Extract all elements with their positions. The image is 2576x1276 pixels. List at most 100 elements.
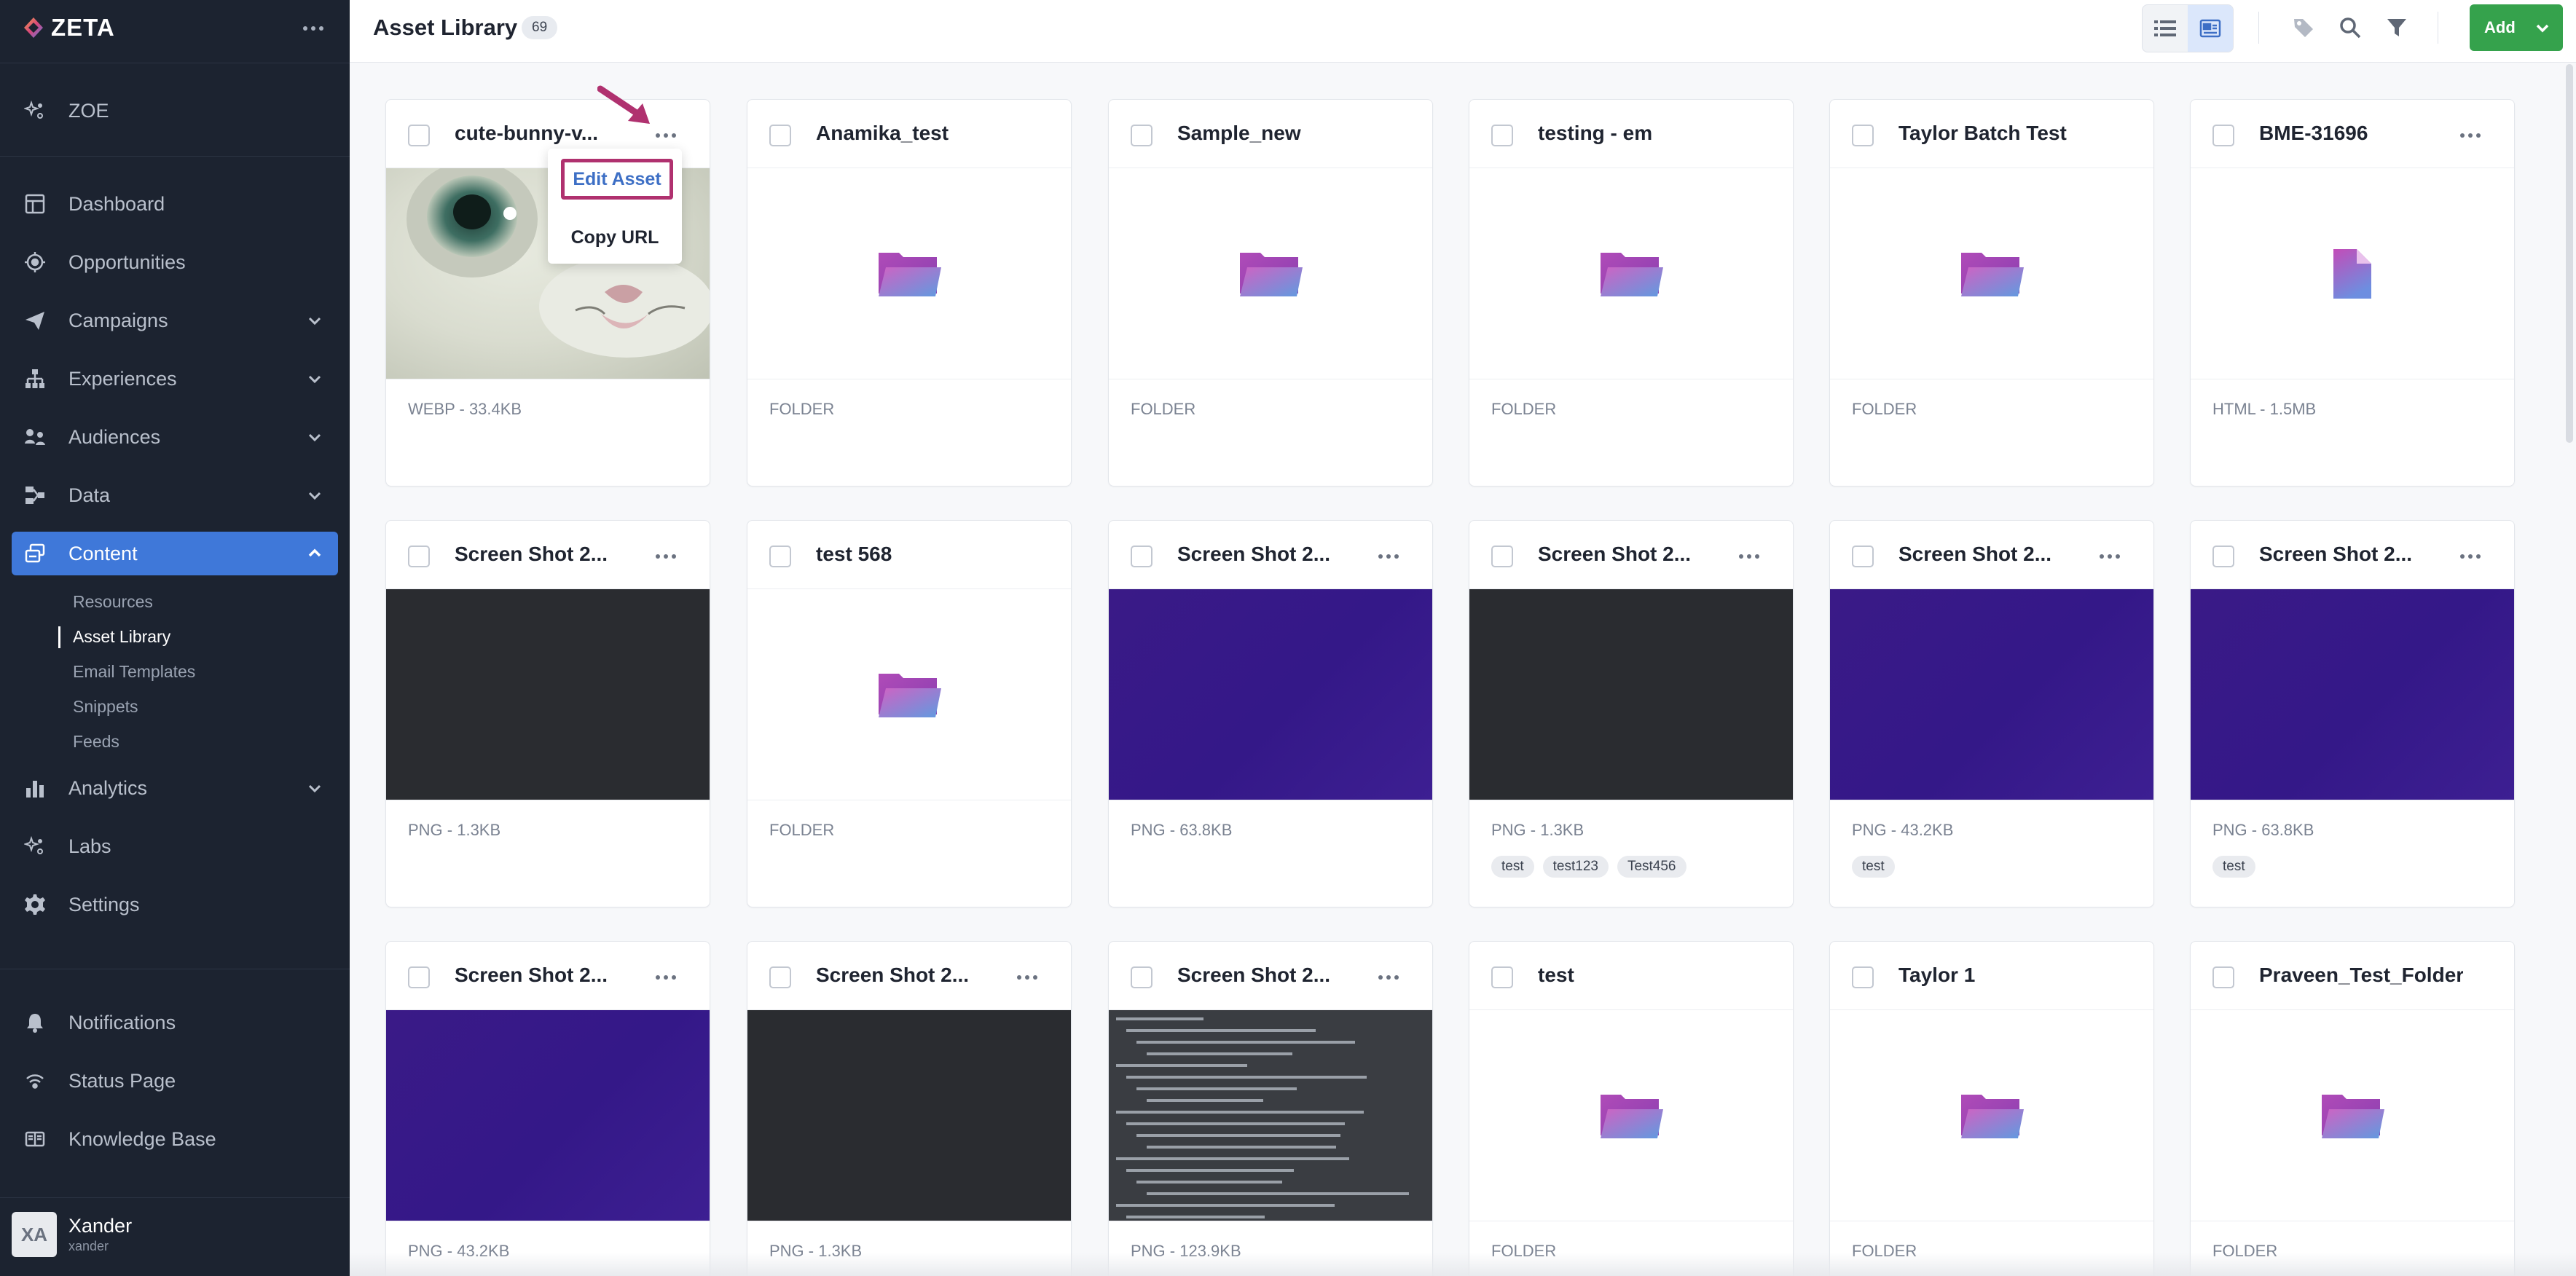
asset-select-checkbox[interactable]: [769, 125, 791, 146]
chevron-up-icon[interactable]: [306, 545, 323, 562]
asset-preview[interactable]: [1109, 1010, 1432, 1221]
asset-card[interactable]: Taylor Batch Test FOLDER: [1829, 99, 2154, 487]
asset-select-checkbox[interactable]: [1491, 546, 1513, 567]
asset-select-checkbox[interactable]: [1852, 966, 1874, 988]
asset-preview[interactable]: [1469, 1010, 1793, 1221]
more-options-icon[interactable]: [651, 125, 680, 146]
asset-select-checkbox[interactable]: [769, 966, 791, 988]
asset-select-checkbox[interactable]: [1131, 546, 1152, 567]
asset-select-checkbox[interactable]: [1131, 125, 1152, 146]
asset-preview[interactable]: [2191, 589, 2514, 800]
sidebar-item-experiences[interactable]: Experiences: [12, 357, 338, 401]
sidebar-item-dashboard[interactable]: Dashboard: [12, 182, 338, 226]
chevron-down-icon[interactable]: [306, 779, 323, 797]
asset-select-checkbox[interactable]: [1491, 125, 1513, 146]
scrollbar[interactable]: [2566, 64, 2573, 443]
tag-badge[interactable]: Test456: [1617, 856, 1686, 878]
brand-logo[interactable]: ZETA: [23, 13, 115, 42]
asset-card[interactable]: Screen Shot 2... PNG - 1.3KB: [747, 941, 1072, 1276]
sidebar-item-status-page[interactable]: Status Page: [12, 1059, 338, 1103]
asset-preview[interactable]: [747, 1010, 1071, 1221]
asset-select-checkbox[interactable]: [1852, 125, 1874, 146]
chevron-down-icon[interactable]: [306, 428, 323, 446]
tag-icon[interactable]: [2290, 15, 2317, 41]
more-options-icon[interactable]: [651, 546, 680, 567]
asset-select-checkbox[interactable]: [769, 546, 791, 567]
sidebar-item-knowledge-base[interactable]: Knowledge Base: [12, 1117, 338, 1161]
sidebar-subitem-feeds[interactable]: Feeds: [58, 727, 119, 756]
sidebar-item-campaigns[interactable]: Campaigns: [12, 299, 338, 342]
tag-badge[interactable]: test: [1491, 856, 1534, 878]
asset-select-checkbox[interactable]: [1491, 966, 1513, 988]
asset-card[interactable]: testing - em FOLDER: [1469, 99, 1794, 487]
asset-preview[interactable]: [386, 1010, 710, 1221]
sidebar-item-zoe[interactable]: ZOE: [12, 89, 338, 133]
tag-badge[interactable]: test: [2212, 856, 2255, 878]
chevron-down-icon[interactable]: [306, 370, 323, 387]
asset-select-checkbox[interactable]: [2212, 546, 2234, 567]
sidebar-subitem-asset-library[interactable]: Asset Library: [58, 622, 170, 651]
add-button[interactable]: Add: [2470, 4, 2563, 51]
search-icon[interactable]: [2337, 15, 2363, 41]
asset-select-checkbox[interactable]: [408, 546, 430, 567]
asset-preview[interactable]: [747, 168, 1071, 379]
sidebar-subitem-email-templates[interactable]: Email Templates: [58, 657, 195, 686]
more-options-icon[interactable]: [2456, 546, 2485, 567]
user-profile[interactable]: XA Xander xander: [12, 1209, 132, 1260]
asset-card[interactable]: test 568 FOLDER: [747, 520, 1072, 907]
sidebar-item-audiences[interactable]: Audiences: [12, 415, 338, 459]
sidebar-item-content[interactable]: Content: [12, 532, 338, 575]
asset-card[interactable]: Sample_new FOLDER: [1108, 99, 1433, 487]
asset-card[interactable]: Screen Shot 2... PNG - 63.8KB: [1108, 520, 1433, 907]
asset-preview[interactable]: [1830, 589, 2153, 800]
more-options-icon[interactable]: [2095, 546, 2124, 567]
asset-preview[interactable]: [1109, 589, 1432, 800]
copy-url-menu-item[interactable]: Copy URL: [548, 217, 682, 258]
more-options-icon[interactable]: [1013, 966, 1042, 988]
more-options-icon[interactable]: [1374, 546, 1403, 567]
filter-icon[interactable]: [2384, 15, 2410, 41]
sidebar-subitem-snippets[interactable]: Snippets: [58, 692, 138, 721]
asset-preview[interactable]: [2191, 168, 2514, 379]
more-options-icon[interactable]: [1735, 546, 1764, 567]
edit-asset-menu-item[interactable]: Edit Asset: [561, 159, 673, 200]
sidebar-subitem-resources[interactable]: Resources: [58, 587, 153, 616]
asset-preview[interactable]: [747, 589, 1071, 800]
asset-select-checkbox[interactable]: [2212, 966, 2234, 988]
asset-preview[interactable]: [2191, 1010, 2514, 1221]
chevron-down-icon[interactable]: [306, 487, 323, 504]
asset-card[interactable]: Taylor 1 FOLDER: [1829, 941, 2154, 1276]
asset-card[interactable]: Screen Shot 2... PNG - 1.3KB test test123 Te…: [1469, 520, 1794, 907]
asset-preview[interactable]: [1830, 168, 2153, 379]
asset-card[interactable]: test FOLDER: [1469, 941, 1794, 1276]
asset-select-checkbox[interactable]: [408, 966, 430, 988]
asset-select-checkbox[interactable]: [2212, 125, 2234, 146]
more-options-icon[interactable]: [1374, 966, 1403, 988]
card-view-button[interactable]: [2188, 5, 2233, 52]
sidebar-item-opportunities[interactable]: Opportunities: [12, 240, 338, 284]
asset-card[interactable]: Screen Shot 2... PNG - 43.2KB test: [1829, 520, 2154, 907]
sidebar-item-notifications[interactable]: Notifications: [12, 1001, 338, 1044]
list-view-button[interactable]: [2143, 5, 2188, 52]
more-options-icon[interactable]: [651, 966, 680, 988]
asset-preview[interactable]: [1109, 168, 1432, 379]
sidebar-item-data[interactable]: Data: [12, 473, 338, 517]
asset-select-checkbox[interactable]: [1852, 546, 1874, 567]
asset-card[interactable]: Screen Shot 2... PNG - 63.8KB test: [2190, 520, 2515, 907]
tag-badge[interactable]: test: [1852, 856, 1895, 878]
asset-card[interactable]: Screen Shot 2... PNG - 1.3KB: [385, 520, 710, 907]
asset-card[interactable]: Screen Shot 2... PNG - 43.2KB: [385, 941, 710, 1276]
asset-select-checkbox[interactable]: [1131, 966, 1152, 988]
sidebar-more-icon[interactable]: [299, 17, 328, 39]
tag-badge[interactable]: test123: [1542, 856, 1609, 878]
asset-preview[interactable]: [1469, 168, 1793, 379]
asset-card[interactable]: Praveen_Test_Folder FOLDER: [2190, 941, 2515, 1276]
asset-select-checkbox[interactable]: [408, 125, 430, 146]
asset-preview[interactable]: [386, 589, 710, 800]
asset-card[interactable]: BME-31696 HTML - 1.5MB: [2190, 99, 2515, 487]
chevron-down-icon[interactable]: [306, 312, 323, 329]
sidebar-item-analytics[interactable]: Analytics: [12, 766, 338, 810]
asset-card[interactable]: Anamika_test FOLDER: [747, 99, 1072, 487]
sidebar-item-settings[interactable]: Settings: [12, 883, 338, 926]
asset-preview[interactable]: [1830, 1010, 2153, 1221]
